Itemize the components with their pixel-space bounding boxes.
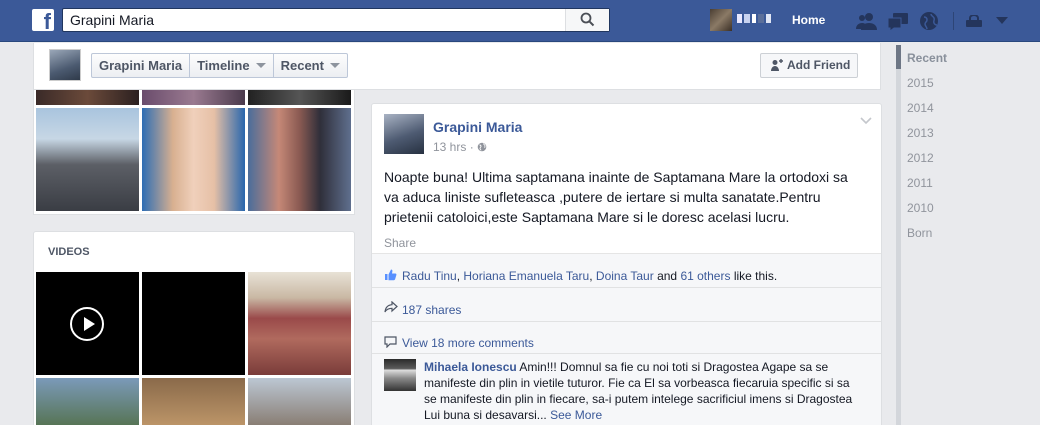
avatar[interactable] (384, 114, 424, 154)
photo-thumbnail[interactable] (36, 108, 139, 211)
video-thumbnail[interactable] (248, 272, 351, 375)
separator: , (589, 269, 596, 283)
avatar[interactable] (49, 49, 81, 81)
videos-card: VIDEOS (33, 231, 355, 425)
photos-card (33, 90, 355, 215)
likes-suffix: like this. (730, 269, 778, 283)
search-icon (580, 12, 595, 27)
video-thumbnail[interactable] (36, 272, 139, 375)
timeline-year-recent[interactable]: Recent (907, 51, 947, 65)
photo-thumbnail[interactable] (142, 108, 245, 211)
tab-label: Recent (280, 58, 324, 73)
video-thumbnail[interactable] (36, 378, 139, 425)
videos-section-title: VIDEOS (48, 246, 90, 258)
friend-requests-icon[interactable] (856, 11, 878, 31)
like-thumb-icon (385, 269, 397, 281)
add-friend-button[interactable]: Add Friend (760, 53, 858, 78)
photo-thumbnail[interactable] (248, 90, 351, 105)
post-time-text[interactable]: 13 hrs (433, 140, 466, 154)
timeline-year-2015[interactable]: 2015 (907, 76, 934, 90)
globe-notifications-icon[interactable] (919, 11, 939, 31)
photo-thumbnail[interactable] (36, 90, 139, 105)
liker-link[interactable]: Radu Tinu (402, 269, 457, 283)
tab-recent[interactable]: Recent (274, 54, 347, 77)
share-link[interactable]: Share (384, 236, 416, 250)
timeline-born[interactable]: Born (907, 226, 932, 240)
comment-body: Mihaela Ionescu Amin!!! Domnul sa fie cu… (424, 359, 864, 423)
timeline-year-2013[interactable]: 2013 (907, 126, 934, 140)
add-friend-icon (771, 59, 783, 71)
video-thumbnail[interactable] (248, 378, 351, 425)
photo-thumbnail[interactable] (248, 108, 351, 211)
video-thumbnail[interactable] (142, 272, 245, 375)
post-options-chevron-down-icon[interactable] (860, 117, 872, 125)
top-navigation-bar: f Home (0, 0, 1040, 42)
account-settings-chevron-down-icon[interactable] (996, 17, 1008, 25)
share-arrow-icon (384, 301, 398, 313)
profile-tabs: Grapini Maria Timeline Recent (91, 53, 348, 78)
play-icon[interactable] (70, 307, 104, 341)
messages-icon[interactable] (887, 11, 909, 31)
comment-author-link[interactable]: Mihaela Ionescu (424, 360, 517, 374)
timeline-post: Grapini Maria 13 hrs · Noapte buna! Ulti… (371, 103, 882, 425)
timeline-scrubber-active (896, 45, 901, 69)
view-more-comments-link[interactable]: View 18 more comments (402, 336, 534, 350)
likes-summary: Radu Tinu, Horiana Emanuela Taru, Doina … (402, 269, 777, 283)
divider (372, 321, 881, 322)
separator: · (469, 140, 474, 154)
comment-bubble-icon (384, 336, 397, 348)
conjunction: and (653, 269, 681, 283)
timeline-year-2014[interactable]: 2014 (907, 101, 934, 115)
liker-link[interactable]: Doina Taur (596, 269, 654, 283)
see-more-link[interactable]: See More (550, 408, 602, 422)
tab-timeline[interactable]: Timeline (190, 54, 274, 77)
divider (372, 353, 881, 354)
privacy-shortcuts-icon[interactable] (966, 15, 982, 27)
post-author-link[interactable]: Grapini Maria (433, 119, 522, 135)
globe-audience-icon[interactable] (477, 142, 487, 152)
profile-header-bar: Grapini Maria Timeline Recent Add Friend (33, 43, 881, 90)
divider (372, 287, 881, 288)
facebook-logo-icon[interactable]: f (32, 9, 54, 33)
avatar[interactable] (710, 9, 732, 31)
avatar[interactable] (384, 359, 416, 391)
search-input[interactable] (63, 9, 563, 31)
chevron-down-icon (255, 63, 266, 68)
profile-name-pixelated[interactable] (737, 14, 775, 23)
photo-thumbnail[interactable] (142, 90, 245, 105)
post-timestamp[interactable]: 13 hrs · (433, 140, 487, 154)
video-thumbnail[interactable] (142, 378, 245, 425)
tab-profile-name[interactable]: Grapini Maria (92, 54, 191, 77)
shares-count-link[interactable]: 187 shares (402, 303, 461, 317)
add-friend-label: Add Friend (787, 58, 851, 72)
others-likers-link[interactable]: 61 others (680, 269, 730, 283)
search-button[interactable] (565, 9, 609, 31)
post-body-text: Noapte buna! Ultima saptamana inainte de… (384, 169, 848, 225)
search-box[interactable] (62, 8, 610, 32)
home-link[interactable]: Home (792, 13, 825, 27)
timeline-scrubber-track (896, 45, 901, 425)
tab-label: Grapini Maria (99, 58, 183, 73)
chevron-down-icon (329, 63, 340, 68)
tab-label: Timeline (197, 58, 250, 73)
timeline-year-2012[interactable]: 2012 (907, 151, 934, 165)
liker-link[interactable]: Horiana Emanuela Taru (463, 269, 589, 283)
timeline-year-2010[interactable]: 2010 (907, 201, 934, 215)
timeline-year-2011[interactable]: 2011 (907, 176, 933, 190)
